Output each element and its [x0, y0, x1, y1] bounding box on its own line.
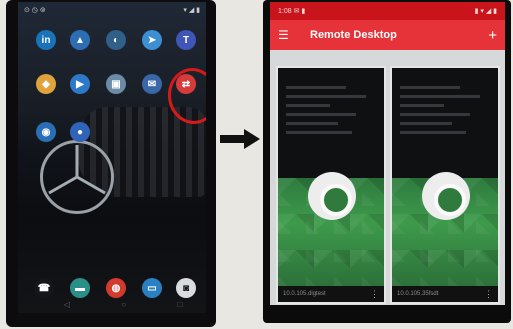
- mercedes-star-emblem: [40, 140, 114, 214]
- status-left: ⊙ ◷ ⊚: [24, 7, 46, 14]
- remote-desktop-tile[interactable]: 10.0.105.dlgtest ⋮: [276, 66, 386, 304]
- app-icon[interactable]: ◐: [106, 30, 126, 50]
- remote-desktop-tile[interactable]: 10.0.105.35fsdt ⋮: [390, 66, 500, 304]
- ubuntu-logo-icon: [308, 172, 356, 220]
- photos-icon[interactable]: ▣: [106, 74, 126, 94]
- home-screen: ⊙ ◷ ⊚ ▾ ◢ ▮ in ▲ ◐ ➤ T ◆ ▶ ▣ ✉ ⇄ ◉ ● ☎ ▬ ◍ ▭ ◙ ◁ ○ □: [18, 2, 206, 313]
- status-right: ▾ ◢ ▮: [183, 7, 200, 14]
- sketch-icon[interactable]: ◆: [36, 74, 56, 94]
- phone-app-icon[interactable]: ◉: [36, 122, 56, 142]
- menu-icon[interactable]: ☰: [278, 28, 300, 42]
- tile-label: 10.0.105.dlgtest: [283, 291, 326, 297]
- tile-label: 10.0.105.35fsdt: [397, 291, 439, 297]
- app-bar: ☰ Remote Desktop +: [270, 20, 505, 50]
- mail-icon[interactable]: ✉: [142, 74, 162, 94]
- more-options-icon[interactable]: ⋮: [484, 289, 493, 300]
- nav-bar: [270, 305, 505, 315]
- status-bar: 1:08 ✉ ▮ ▮ ▾ ◢ ▮: [270, 2, 505, 20]
- messages-icon[interactable]: ▬: [70, 278, 90, 298]
- camera-icon[interactable]: ◙: [176, 278, 196, 298]
- drive-icon[interactable]: ▲: [70, 30, 90, 50]
- play-icon[interactable]: ▶: [70, 74, 90, 94]
- right-arrow-icon: [218, 128, 262, 150]
- telegram-icon[interactable]: ➤: [142, 30, 162, 50]
- add-icon[interactable]: +: [488, 27, 497, 44]
- ubuntu-logo-icon: [422, 172, 470, 220]
- tile-preview: [278, 68, 384, 178]
- info-icon[interactable]: ●: [70, 122, 90, 142]
- recents-icon[interactable]: □: [177, 300, 182, 309]
- status-left: 1:08 ✉ ▮: [278, 8, 306, 15]
- remote-desktop-phone: 1:08 ✉ ▮ ▮ ▾ ◢ ▮ ☰ Remote Desktop + 10.0…: [263, 0, 511, 323]
- tile-footer: 10.0.105.dlgtest ⋮: [278, 286, 384, 302]
- app-title: Remote Desktop: [310, 29, 397, 41]
- linkedin-icon[interactable]: in: [36, 30, 56, 50]
- status-bar: ⊙ ◷ ⊚ ▾ ◢ ▮: [24, 6, 200, 16]
- nav-bar: ◁ ○ □: [38, 299, 206, 309]
- teams-icon[interactable]: T: [176, 30, 196, 50]
- email-icon[interactable]: ▭: [142, 278, 162, 298]
- home-icon[interactable]: ○: [121, 300, 126, 309]
- tile-preview: [392, 68, 498, 178]
- dock: ☎ ▬ ◍ ▭ ◙: [18, 278, 206, 300]
- status-right: ▮ ▾ ◢ ▮: [474, 8, 497, 15]
- back-icon[interactable]: ◁: [64, 300, 70, 309]
- call-icon[interactable]: ☎: [34, 278, 54, 298]
- chrome-icon[interactable]: ◍: [106, 278, 126, 298]
- tile-footer: 10.0.105.35fsdt ⋮: [392, 286, 498, 302]
- remote-desktop-screen: 1:08 ✉ ▮ ▮ ▾ ◢ ▮ ☰ Remote Desktop + 10.0…: [270, 2, 505, 315]
- more-options-icon[interactable]: ⋮: [370, 289, 379, 300]
- home-screen-phone: ⊙ ◷ ⊚ ▾ ◢ ▮ in ▲ ◐ ➤ T ◆ ▶ ▣ ✉ ⇄ ◉ ● ☎ ▬ ◍ ▭ ◙ ◁ ○ □: [6, 0, 216, 327]
